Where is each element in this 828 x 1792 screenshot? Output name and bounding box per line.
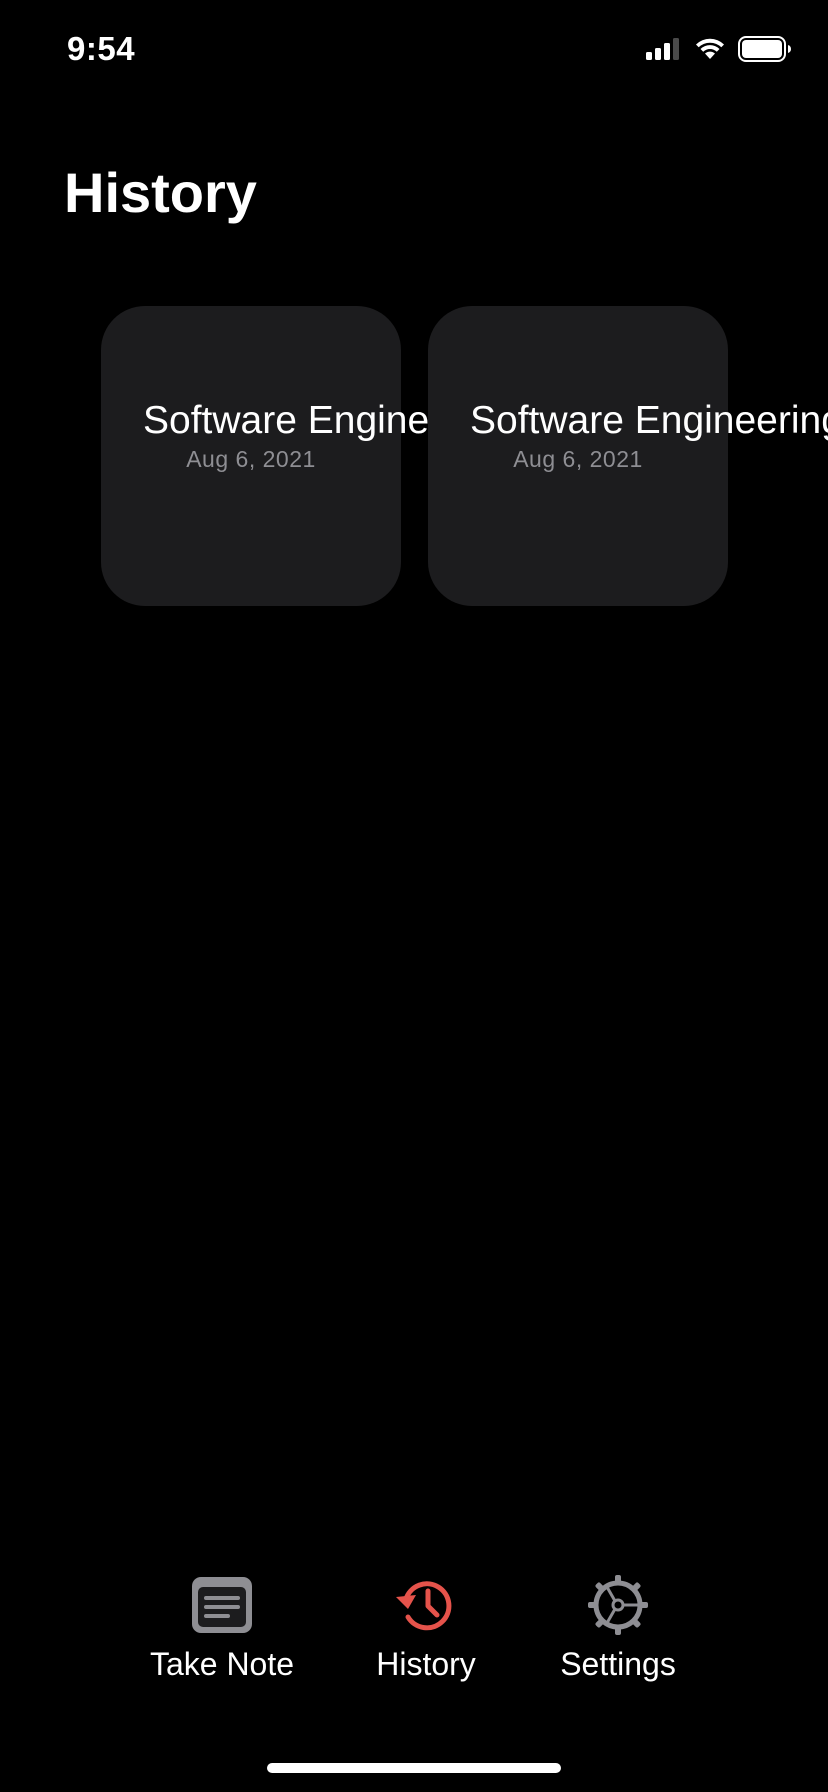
note-card-date: Aug 6, 2021 — [186, 446, 316, 472]
cellular-signal-icon — [646, 38, 682, 65]
tab-label: Settings — [560, 1646, 676, 1682]
status-bar: 9:54 — [0, 0, 828, 100]
tab-label: History — [376, 1646, 476, 1682]
home-indicator[interactable] — [267, 1763, 561, 1773]
status-time: 9:54 — [67, 30, 136, 67]
tab-settings[interactable]: Settings — [528, 1570, 708, 1683]
note-card-date: Aug 6, 2021 — [513, 446, 643, 472]
tab-label: Take Note — [149, 1646, 295, 1682]
tab-history[interactable]: History — [336, 1570, 516, 1683]
tab-take-note[interactable]: Take Note — [132, 1570, 312, 1683]
note-card[interactable]: Software Engineering Aug 6, 2021 — [428, 306, 828, 606]
gear-icon — [583, 1570, 653, 1640]
note-icon — [187, 1570, 257, 1640]
note-card-title: Software Engineering — [143, 399, 516, 442]
note-card-title: Software Engineering — [470, 399, 828, 442]
page-title: History — [64, 161, 257, 224]
history-icon — [391, 1570, 461, 1640]
status-icons — [646, 36, 792, 67]
wifi-icon — [694, 37, 726, 66]
note-card[interactable]: Software Engineering Aug 6, 2021 — [101, 306, 516, 606]
history-grid: Software Engineering Aug 6, 2021 Softwar… — [101, 306, 828, 606]
tab-bar: Take Note History Settings — [0, 1570, 828, 1690]
battery-icon — [738, 36, 792, 67]
